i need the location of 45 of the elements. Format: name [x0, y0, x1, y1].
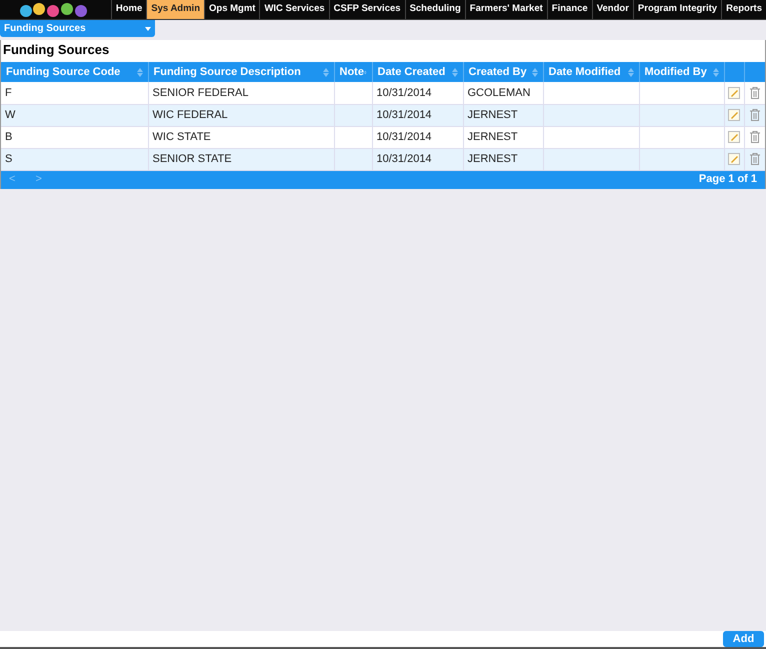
edit-icon[interactable] [728, 86, 740, 99]
sort-icon [532, 68, 538, 76]
table-cell: JERNEST [468, 130, 518, 143]
edit-icon[interactable] [728, 108, 740, 121]
trash-icon[interactable] [750, 108, 760, 121]
sort-icon [628, 68, 634, 76]
sort-icon [322, 68, 328, 76]
table-cell: WIC STATE [152, 130, 211, 143]
nav-tab[interactable]: Ops Mgmt [204, 0, 260, 19]
nav-tab[interactable]: Vendor [592, 0, 633, 19]
table-cell: SENIOR FEDERAL [152, 86, 248, 98]
sort-icon [712, 68, 718, 76]
sort-icon [136, 68, 142, 76]
nav-tab[interactable]: Finance [546, 0, 592, 19]
table-cell: B [5, 130, 12, 143]
table-cell: 10/31/2014 [376, 108, 432, 121]
table-cell: S [5, 152, 12, 165]
edit-icon[interactable] [728, 152, 740, 165]
sort-icon [452, 68, 458, 76]
trash-icon[interactable] [750, 130, 760, 143]
caret-icon [145, 26, 151, 30]
sort-icon [364, 68, 366, 76]
table-cell: SENIOR STATE [152, 152, 232, 165]
page-info: Page 1 of 1 [698, 172, 757, 188]
trash-icon[interactable] [750, 152, 760, 165]
nav-tab[interactable]: Scheduling [404, 0, 465, 19]
nav-tab[interactable]: WIC Services [259, 0, 329, 19]
edit-icon[interactable] [728, 130, 740, 143]
table-cell: JERNEST [468, 152, 518, 165]
page-title: Funding Sources [3, 41, 110, 60]
nav-tab[interactable]: Farmers' Market [464, 0, 547, 19]
table-cell: 10/31/2014 [376, 152, 432, 165]
nav-tab[interactable]: Program Integrity [632, 0, 722, 19]
table-cell: 10/31/2014 [376, 86, 432, 98]
table-cell: GCOLEMAN [468, 86, 530, 98]
table-cell: F [5, 86, 12, 98]
table-cell: W [5, 108, 16, 121]
logo-drawing [20, 0, 90, 18]
nav-tab[interactable]: Sys Admin [146, 0, 204, 19]
nav-tab[interactable]: Reports [721, 0, 766, 19]
table-cell: 10/31/2014 [376, 130, 432, 143]
table-cell: JERNEST [468, 108, 518, 121]
table-cell: WIC FEDERAL [152, 108, 228, 121]
nav-tab[interactable]: CSFP Services [328, 0, 405, 19]
trash-icon[interactable] [750, 86, 760, 99]
